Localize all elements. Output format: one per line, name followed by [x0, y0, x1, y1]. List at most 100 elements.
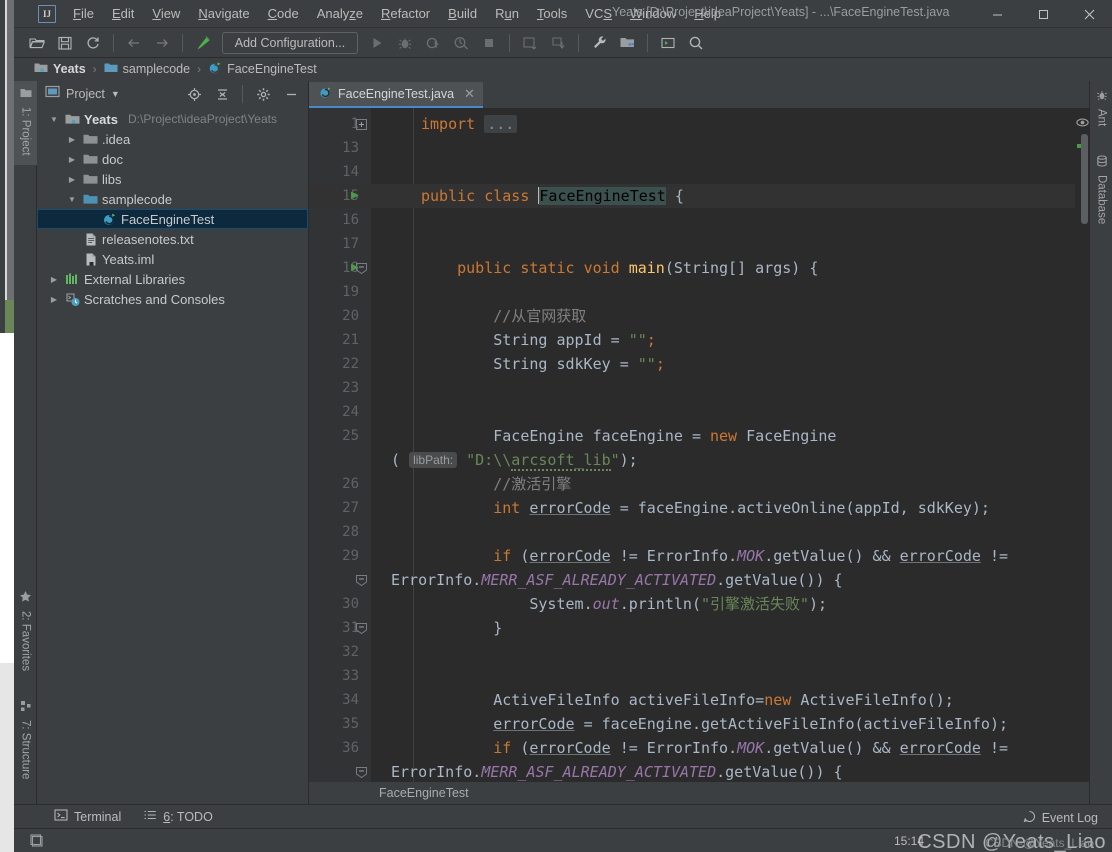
close-icon[interactable]: ✕	[464, 86, 475, 102]
code-line[interactable]: ErrorInfo.MERR_ASF_ALREADY_ACTIVATED.get…	[391, 568, 843, 592]
run-configuration-selector[interactable]: Add Configuration...	[222, 32, 358, 54]
stop-icon[interactable]	[476, 31, 502, 55]
select-in-icon[interactable]	[655, 31, 681, 55]
close-button[interactable]	[1066, 0, 1112, 28]
wrench-icon[interactable]	[586, 31, 612, 55]
code-line[interactable]: FaceEngine faceEngine = new FaceEngine	[421, 424, 836, 448]
menu-item-tools[interactable]: Tools	[528, 3, 576, 24]
line-number: 20	[342, 304, 359, 328]
commit-icon[interactable]	[545, 31, 571, 55]
tree-node--idea[interactable]: ▶.idea	[37, 129, 308, 149]
code-line[interactable]: if (errorCode != ErrorInfo.MOK.getValue(…	[421, 736, 1008, 760]
code-line[interactable]: ( libPath: "D:\\arcsoft_lib");	[391, 448, 638, 472]
code-line[interactable]: ActiveFileInfo activeFileInfo=new Active…	[421, 688, 954, 712]
code-line[interactable]: public static void main(String[] args) {	[421, 256, 818, 280]
run-icon[interactable]	[364, 31, 390, 55]
project-tree[interactable]: ▼YeatsD:\Project\ideaProject\Yeats▶.idea…	[37, 107, 308, 804]
project-structure-icon[interactable]	[614, 31, 640, 55]
expand-arrow-icon[interactable]: ▶	[47, 275, 61, 284]
run-gutter-icon[interactable]: ▶	[351, 184, 362, 208]
tree-node-libs[interactable]: ▶libs	[37, 169, 308, 189]
tree-node-scratches-and-consoles[interactable]: ▶Scratches and Consoles	[37, 289, 308, 309]
menu-item-navigate[interactable]: Navigate	[189, 3, 258, 24]
maximize-button[interactable]	[1020, 0, 1066, 28]
preview-eye-icon[interactable]	[1076, 116, 1089, 132]
breadcrumb-item-samplecode[interactable]: samplecode	[102, 61, 192, 78]
tree-node-external-libraries[interactable]: ▶External Libraries	[37, 269, 308, 289]
code-line[interactable]: import ...	[421, 112, 517, 136]
code-line[interactable]: String sdkKey = "";	[421, 352, 665, 376]
tree-node-doc[interactable]: ▶doc	[37, 149, 308, 169]
code-line[interactable]: System.out.println("引擎激活失败");	[421, 592, 827, 616]
expand-arrow-icon[interactable]: ▶	[65, 175, 79, 184]
tree-node-yeats-iml[interactable]: Yeats.iml	[37, 249, 308, 269]
sidebar-item-project[interactable]: 1: Project	[14, 81, 37, 165]
editor-marker-column[interactable]	[1075, 108, 1089, 782]
chevron-down-icon[interactable]: ▼	[111, 89, 120, 99]
tree-node-releasenotes-txt[interactable]: releasenotes.txt	[37, 229, 308, 249]
menu-item-file[interactable]: File	[64, 3, 103, 24]
bottom-item-terminal[interactable]: Terminal	[54, 808, 121, 825]
arrow-left-icon[interactable]	[121, 31, 147, 55]
tree-node-yeats[interactable]: ▼YeatsD:\Project\ideaProject\Yeats	[37, 109, 308, 129]
arrow-right-icon[interactable]	[149, 31, 175, 55]
expand-arrow-icon[interactable]: ▶	[47, 295, 61, 304]
fold-collapse-icon[interactable]	[355, 760, 367, 782]
code-line[interactable]: //激活引擎	[421, 472, 571, 496]
run-with-coverage-icon[interactable]	[420, 31, 446, 55]
folder-icon	[83, 132, 98, 147]
expand-arrow-icon[interactable]: ▶	[65, 155, 79, 164]
menu-item-run[interactable]: Run	[486, 3, 528, 24]
collapse-all-icon[interactable]	[211, 84, 233, 104]
event-log-button[interactable]: Event Log	[1023, 810, 1098, 826]
breadcrumb-item-faceenginetest[interactable]: FaceEngineTest	[206, 61, 319, 78]
code-line[interactable]: //从官网获取	[421, 304, 586, 328]
minimize-button[interactable]	[974, 0, 1020, 28]
sidebar-item-ant[interactable]: Ant	[1090, 83, 1112, 145]
folder-open-icon[interactable]	[24, 31, 50, 55]
locate-icon[interactable]	[183, 84, 205, 104]
breadcrumb-item-yeats[interactable]: Yeats	[32, 61, 88, 78]
editor-gutter[interactable]: 1131415▶161718▶1920212223242526272829303…	[309, 108, 371, 782]
editor-scrollbar[interactable]	[1081, 134, 1088, 224]
code-line[interactable]: ErrorInfo.MERR_ASF_ALREADY_ACTIVATED.get…	[391, 760, 843, 782]
code-line[interactable]: public class FaceEngineTest {	[421, 184, 684, 208]
layout-icon[interactable]	[24, 834, 50, 848]
tree-node-samplecode[interactable]: ▼samplecode	[37, 189, 308, 209]
expand-arrow-icon[interactable]: ▶	[65, 135, 79, 144]
search-everywhere-icon[interactable]	[683, 31, 709, 55]
debug-icon[interactable]	[392, 31, 418, 55]
fold-collapse-icon[interactable]	[355, 616, 367, 640]
code-line[interactable]: if (errorCode != ErrorInfo.MOK.getValue(…	[421, 544, 1008, 568]
hammer-icon[interactable]	[190, 31, 216, 55]
fold-collapse-icon[interactable]	[355, 256, 367, 280]
profiler-icon[interactable]	[448, 31, 474, 55]
code-line[interactable]: }	[421, 616, 502, 640]
sidebar-item-favorites[interactable]: 2: Favorites	[14, 584, 37, 686]
menu-item-view[interactable]: View	[143, 3, 189, 24]
hide-icon[interactable]	[280, 84, 302, 104]
collapse-arrow-icon[interactable]: ▼	[65, 195, 79, 204]
menu-item-refactor[interactable]: Refactor	[372, 3, 439, 24]
code-content[interactable]: import ...public class FaceEngineTest { …	[371, 108, 1075, 782]
sidebar-item-structure[interactable]: 7: Structure	[14, 694, 37, 804]
menu-item-analyze[interactable]: Analyze	[308, 3, 372, 24]
refresh-icon[interactable]	[80, 31, 106, 55]
editor-tab-faceenginetest[interactable]: FaceEngineTest.java ✕	[309, 82, 483, 108]
menu-item-code[interactable]: Code	[259, 3, 308, 24]
fold-expand-icon[interactable]	[355, 112, 367, 136]
code-line[interactable]: String appId = "";	[421, 328, 656, 352]
collapse-arrow-icon[interactable]: ▼	[47, 115, 61, 124]
tree-node-faceenginetest[interactable]: FaceEngineTest	[37, 209, 308, 229]
save-icon[interactable]	[52, 31, 78, 55]
update-project-icon[interactable]	[517, 31, 543, 55]
fold-collapse-icon[interactable]	[355, 568, 367, 592]
bottom-item-todo[interactable]: 6: TODO	[143, 808, 213, 825]
menu-item-edit[interactable]: Edit	[103, 3, 143, 24]
gear-icon[interactable]	[252, 84, 274, 104]
sidebar-item-database[interactable]: Database	[1090, 149, 1112, 261]
code-line[interactable]: errorCode = faceEngine.getActiveFileInfo…	[421, 712, 1008, 736]
code-editor[interactable]: 1131415▶161718▶1920212223242526272829303…	[309, 108, 1089, 782]
menu-item-build[interactable]: Build	[439, 3, 486, 24]
code-line[interactable]: int errorCode = faceEngine.activeOnline(…	[421, 496, 990, 520]
